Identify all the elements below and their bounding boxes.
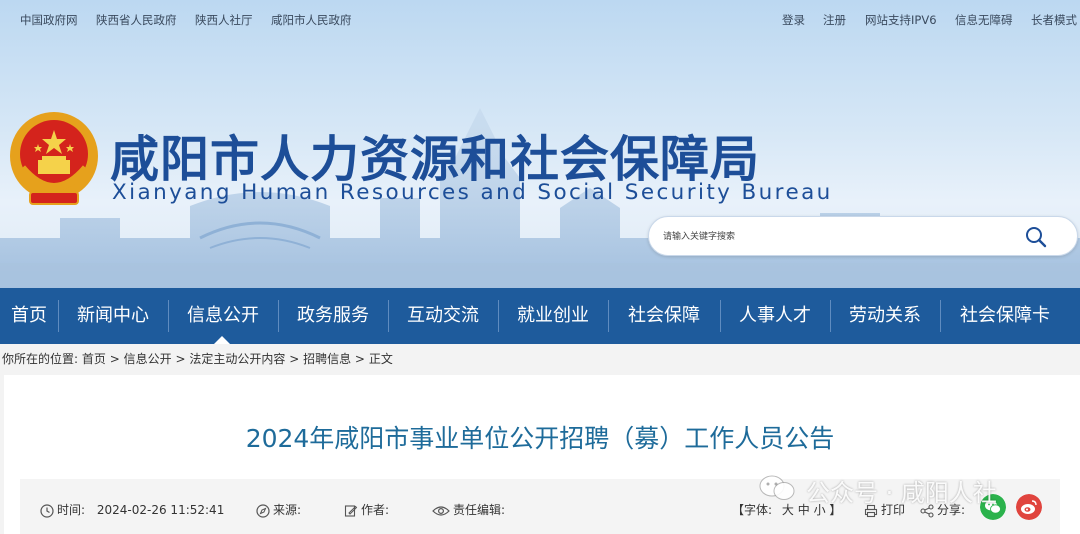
meta-source: 来源: <box>256 501 301 518</box>
meta-editor: 责任编辑: <box>432 501 505 518</box>
breadcrumb-item-current: 正文 <box>368 352 393 366</box>
breadcrumb-separator: > <box>109 352 120 366</box>
meta-editor-label: 责任编辑: <box>453 503 506 517</box>
login-link[interactable]: 登录 <box>782 12 805 28</box>
breadcrumb: 你所在的位置: 首页 > 信息公开 > 法定主动公开内容 > 招聘信息 > 正文 <box>0 344 1080 374</box>
meta-time-label: 时间: <box>57 503 86 517</box>
nav-item-employment[interactable]: 就业创业 <box>498 288 608 344</box>
toplink-shaanxi-gov[interactable]: 陕西省人民政府 <box>96 12 177 28</box>
breadcrumb-item-home[interactable]: 首页 <box>82 352 106 366</box>
article-title: 2024年咸阳市事业单位公开招聘（募）工作人员公告 <box>245 424 835 453</box>
watermark-text: 公众号 · 咸阳人社 <box>806 479 997 507</box>
nav-item-news[interactable]: 新闻中心 <box>58 288 168 344</box>
edit-icon <box>344 504 358 517</box>
wechat-watermark-icon <box>759 475 795 500</box>
breadcrumb-item-statutory[interactable]: 法定主动公开内容 <box>189 352 285 366</box>
search-icon[interactable] <box>1025 226 1047 248</box>
meta-time: 时间: 2024-02-26 11:52:41 <box>40 501 224 518</box>
compass-icon <box>256 503 270 518</box>
top-links-bar: 中国政府网 陕西省人民政府 陕西人社厅 咸阳市人民政府 登录 注册 网站支持IP… <box>20 12 1080 30</box>
elderly-mode-link[interactable]: 长者模式 <box>1031 12 1077 28</box>
accessibility-link[interactable]: 信息无障碍 <box>955 12 1013 28</box>
search-box <box>648 216 1078 256</box>
nav-item-home[interactable]: 首页 <box>0 288 58 344</box>
nav-item-interaction[interactable]: 互动交流 <box>388 288 498 344</box>
nav-item-social-security-card[interactable]: 社会保障卡 <box>940 288 1070 344</box>
meta-author-label: 作者: <box>361 503 390 517</box>
weibo-share-icon[interactable] <box>1016 494 1042 520</box>
nav-item-social-security[interactable]: 社会保障 <box>608 288 720 344</box>
nav-item-gov-services[interactable]: 政务服务 <box>278 288 388 344</box>
breadcrumb-separator: > <box>354 352 365 366</box>
nav-active-indicator <box>214 336 230 344</box>
breadcrumb-prefix: 你所在的位置: <box>2 352 79 366</box>
ipv6-link[interactable]: 网站支持IPV6 <box>865 12 937 28</box>
nav-item-labor-relations[interactable]: 劳动关系 <box>830 288 940 344</box>
nav-item-personnel[interactable]: 人事人才 <box>720 288 830 344</box>
toplink-gov[interactable]: 中国政府网 <box>20 12 78 28</box>
toplink-xianyang-gov[interactable]: 咸阳市人民政府 <box>271 12 352 28</box>
main-nav: 首页 新闻中心 信息公开 政务服务 互动交流 就业创业 社会保障 人事人才 劳动… <box>0 288 1080 344</box>
search-input[interactable] <box>663 227 1003 247</box>
toplink-shaanxi-hrss[interactable]: 陕西人社厅 <box>195 12 253 28</box>
meta-source-label: 来源: <box>273 503 302 517</box>
register-link[interactable]: 注册 <box>823 12 846 28</box>
meta-time-value: 2024-02-26 11:52:41 <box>96 503 225 517</box>
clock-icon <box>40 503 54 518</box>
breadcrumb-separator: > <box>289 352 300 366</box>
breadcrumb-item-recruitment[interactable]: 招聘信息 <box>303 352 351 366</box>
national-emblem-icon <box>10 112 98 205</box>
header-banner: 中国政府网 陕西省人民政府 陕西人社厅 咸阳市人民政府 登录 注册 网站支持IP… <box>0 0 1080 288</box>
article-container: 2024年咸阳市事业单位公开招聘（募）工作人员公告 时间: 2024-02-26… <box>4 375 1080 534</box>
meta-author: 作者: <box>344 501 389 518</box>
breadcrumb-item-info[interactable]: 信息公开 <box>124 352 172 366</box>
eye-icon <box>432 505 450 516</box>
breadcrumb-separator: > <box>175 352 186 366</box>
site-title-english: Xianyang Human Resources and Social Secu… <box>112 180 833 205</box>
font-size-large[interactable]: 大 <box>782 503 794 517</box>
font-size-label: 【字体: <box>732 503 773 517</box>
